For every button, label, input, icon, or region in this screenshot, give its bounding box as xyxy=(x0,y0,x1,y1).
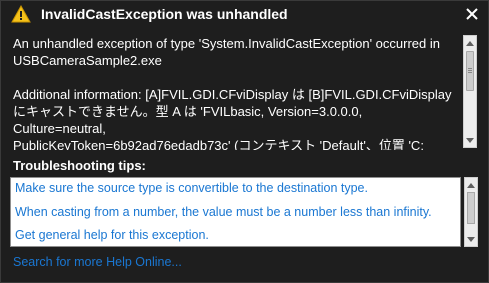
tips-scrollbar[interactable] xyxy=(464,177,478,247)
scroll-down-arrow-icon[interactable] xyxy=(464,134,476,146)
scroll-up-arrow-icon[interactable] xyxy=(464,37,476,49)
message-line: にキャストできません。型 A は 'FVILbasic, Version=3.0… xyxy=(13,104,363,136)
message-scrollbar[interactable] xyxy=(463,35,477,148)
exception-dialog: InvalidCastException was unhandled An un… xyxy=(0,0,489,283)
message-line: USBCameraSample2.exe xyxy=(13,53,162,68)
dialog-title: InvalidCastException was unhandled xyxy=(41,6,288,22)
close-icon[interactable] xyxy=(465,7,479,21)
scroll-thumb[interactable] xyxy=(466,51,474,91)
title-bar: InvalidCastException was unhandled xyxy=(1,1,488,29)
message-line: PublicKeyToken=6b92ad76edadb73c' (コンテキスト… xyxy=(13,138,424,150)
troubleshooting-title: Troubleshooting tips: xyxy=(13,158,146,173)
scroll-thumb[interactable] xyxy=(467,192,475,224)
search-help-online-link[interactable]: Search for more Help Online... xyxy=(13,255,182,269)
tip-link[interactable]: Get general help for this exception. xyxy=(15,228,209,242)
message-line: Additional information: [A]FVIL.GDI.CFvi… xyxy=(13,87,452,102)
troubleshooting-list: Make sure the source type is convertible… xyxy=(10,177,461,247)
scroll-up-arrow-icon[interactable] xyxy=(465,179,477,191)
tip-link[interactable]: When casting from a number, the value mu… xyxy=(15,205,432,219)
scroll-down-arrow-icon[interactable] xyxy=(465,233,477,245)
message-line: An unhandled exception of type 'System.I… xyxy=(13,36,440,51)
warning-icon xyxy=(11,4,31,23)
tip-link[interactable]: Make sure the source type is convertible… xyxy=(15,181,368,195)
exception-message: An unhandled exception of type 'System.I… xyxy=(13,35,456,150)
